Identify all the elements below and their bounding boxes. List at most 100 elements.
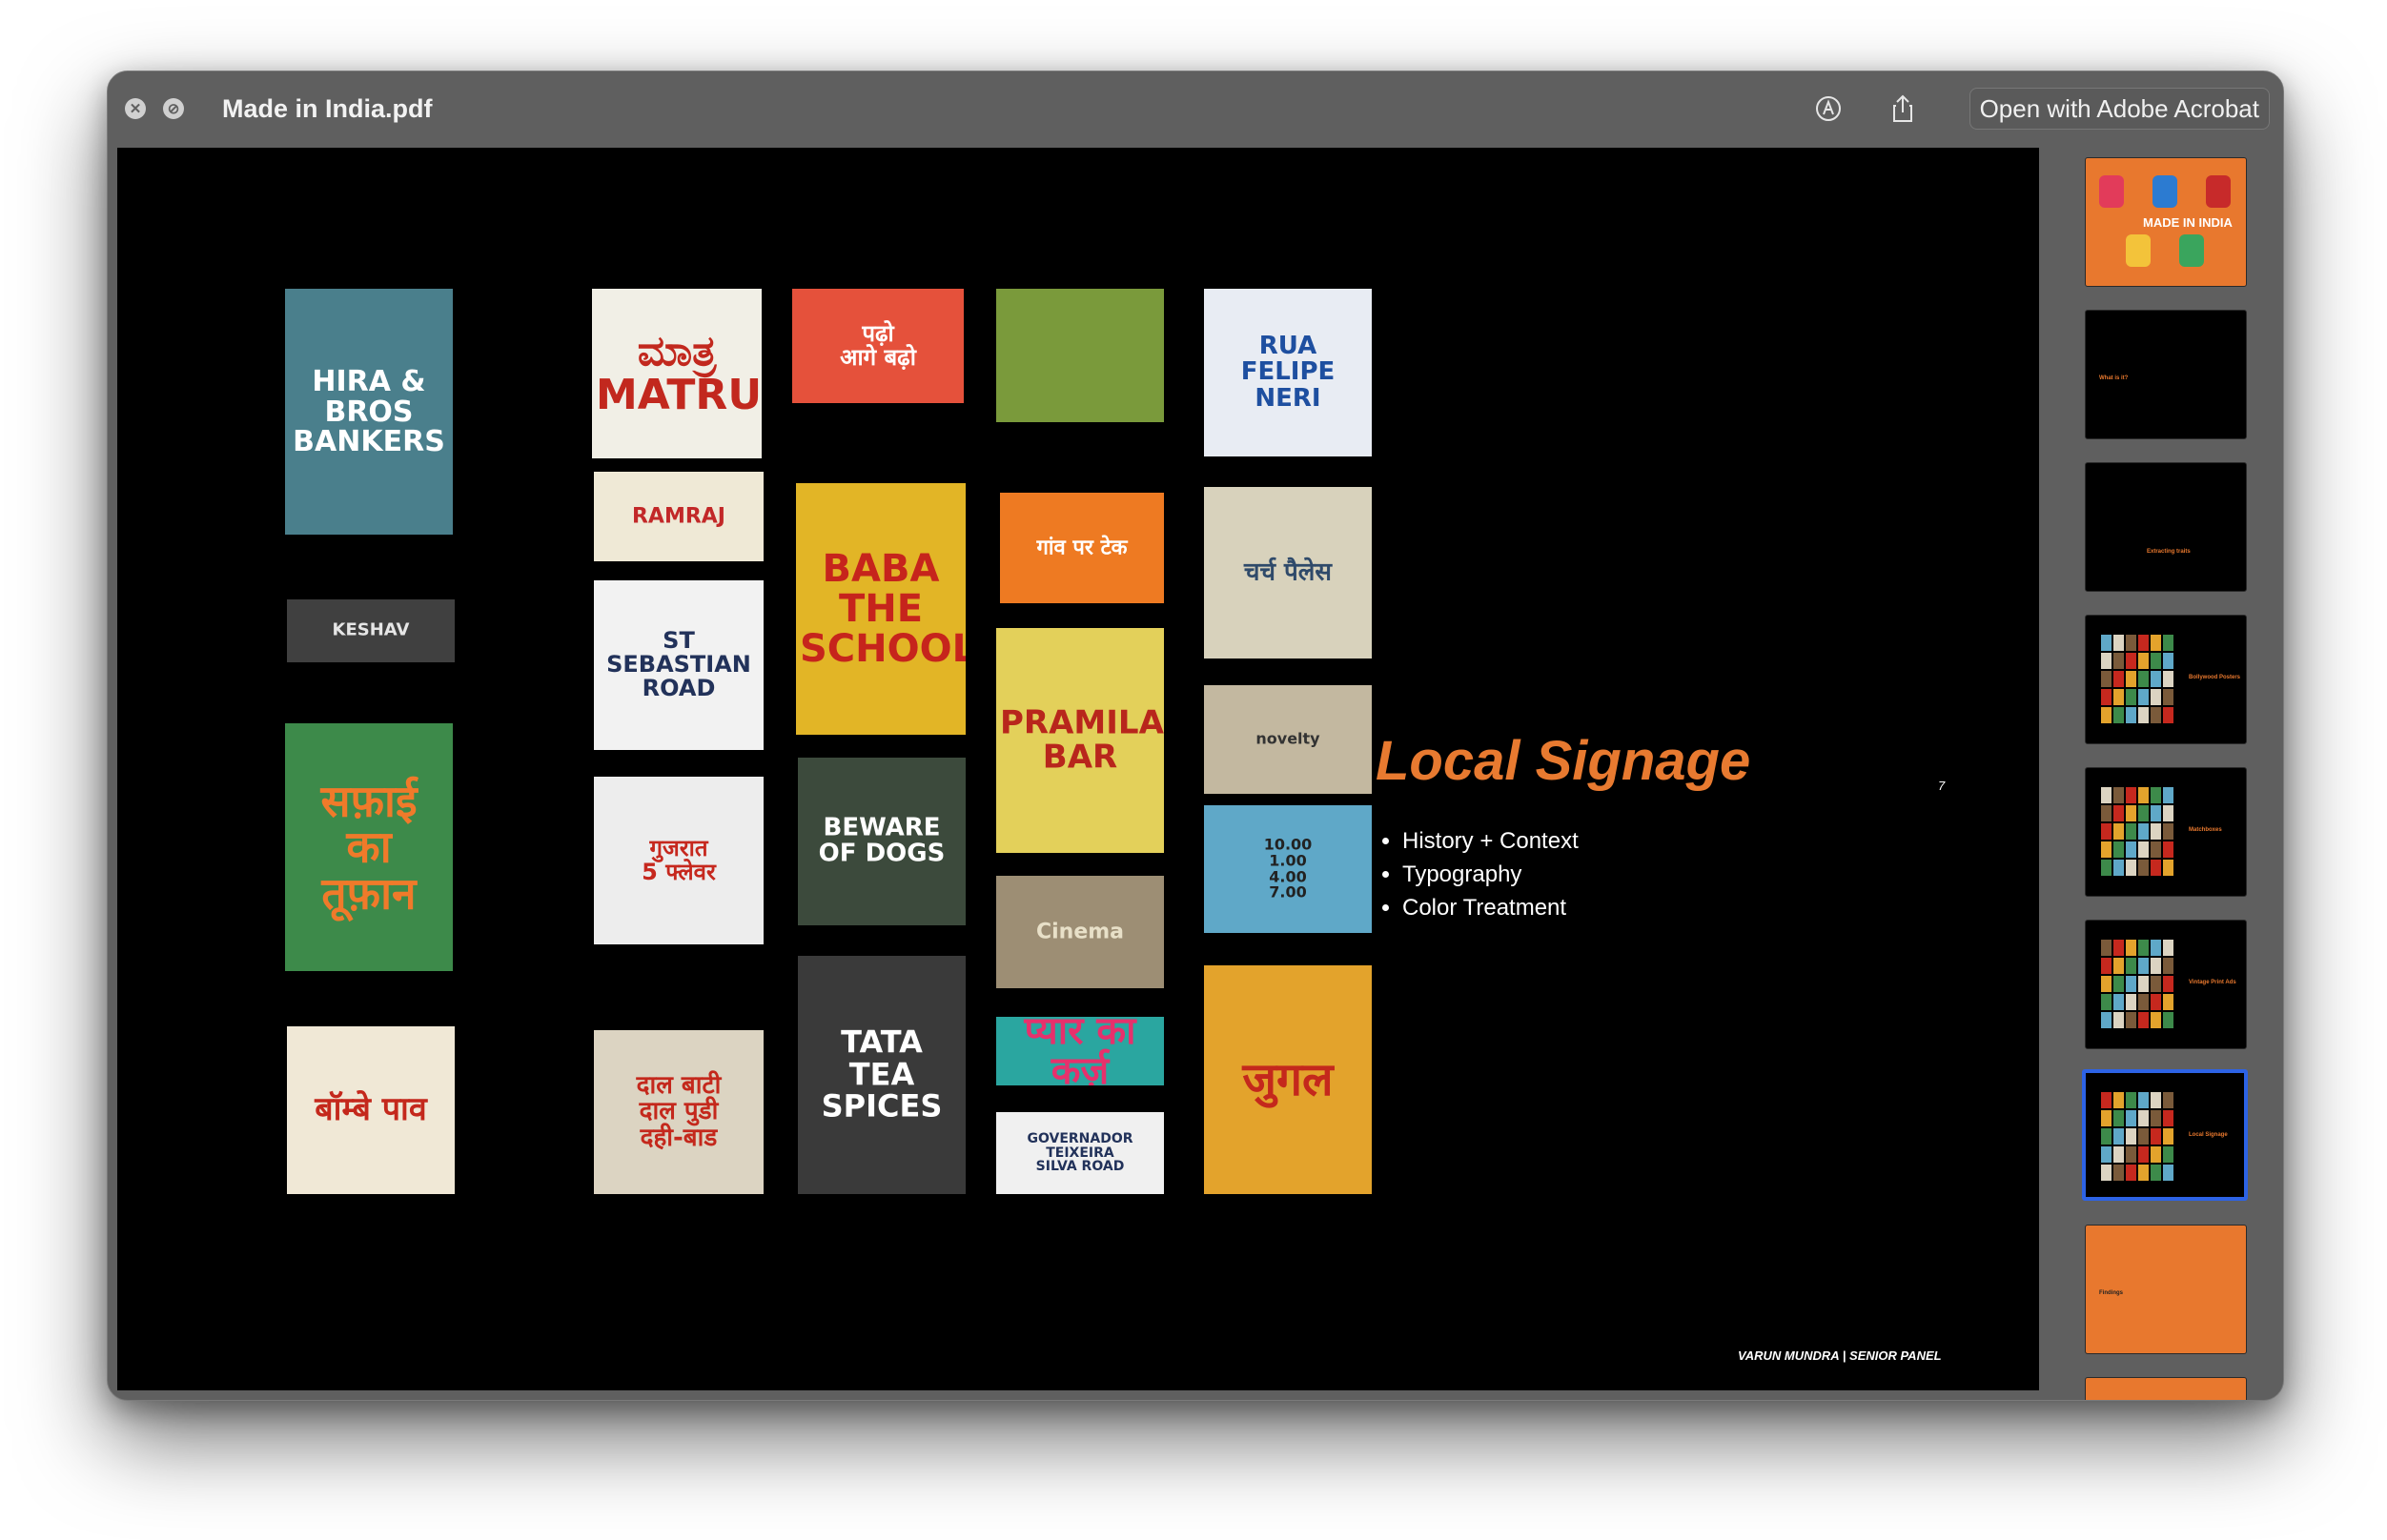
- document-title: Made in India.pdf: [222, 94, 433, 123]
- thumbnail-image-cell: [2101, 1092, 2112, 1108]
- thumbnail-image-cell: [2151, 653, 2161, 669]
- bullet-item: History + Context: [1402, 824, 1579, 858]
- thumbnail-image-cell: [2151, 958, 2161, 974]
- thumbnail-image-cell: [2163, 1165, 2173, 1181]
- thumbnail-image-cell: [2126, 1165, 2136, 1181]
- signage-photo: प्यार का कर्ज़: [996, 1017, 1164, 1085]
- thumbnail-image-cell: [2101, 1146, 2112, 1163]
- thumbnail-image-cell: [2113, 841, 2124, 858]
- page-thumbnail[interactable]: Vintage Print Ads: [2085, 920, 2247, 1049]
- cover-collage-shape: [2179, 234, 2204, 267]
- sign-text: BABA THE SCHOOL: [800, 547, 966, 671]
- signage-photo: ಮಾತ್ರ MATRU: [592, 289, 762, 458]
- thumbnail-image-cell: [2151, 860, 2161, 876]
- sign-text: PRAMILA BAR: [1000, 703, 1164, 776]
- signage-photo: GOVERNADOR TEIXEIRA SILVA ROAD: [996, 1112, 1164, 1194]
- thumbnail-image-cell: [2126, 841, 2136, 858]
- thumbnail-image-cell: [2101, 787, 2112, 803]
- thumbnail-image-cell: [2126, 958, 2136, 974]
- thumbnail-image-cell: [2151, 994, 2161, 1010]
- close-icon[interactable]: ✕: [125, 98, 146, 119]
- share-icon[interactable]: [1887, 92, 1919, 125]
- page-thumbnail[interactable]: MADE IN INDIA: [2085, 157, 2247, 287]
- thumbnail-image-cell: [2151, 1146, 2161, 1163]
- thumbnail-image-cell: [2113, 635, 2124, 651]
- thumbnail-image-cell: [2126, 787, 2136, 803]
- thumbnail-image-cell: [2151, 1012, 2161, 1028]
- thumbnail-image-cell: [2163, 823, 2173, 840]
- thumbnail-image-cell: [2113, 1128, 2124, 1145]
- signage-photo: KESHAV: [287, 599, 455, 662]
- thumbnail-sidebar[interactable]: MADE IN INDIA What is it? Extracting trait…: [2039, 146, 2283, 1400]
- sign-text: RAMRAJ: [631, 504, 725, 529]
- page-thumbnail[interactable]: Extracting traits: [2085, 462, 2247, 592]
- signage-photo: [996, 289, 1164, 422]
- thumbnail-label: Findings: [2099, 1290, 2123, 1296]
- thumbnail-image-cell: [2101, 1110, 2112, 1126]
- bullet-list: History + Context Typography Color Treat…: [1376, 824, 1579, 924]
- sign-text: ಮಾತ್ರ MATRU: [596, 326, 762, 419]
- thumbnail-label: Local Signage: [2189, 1132, 2228, 1138]
- thumbnail-image-cell: [2151, 1092, 2161, 1108]
- thumbnail-image-cell: [2138, 689, 2149, 705]
- thumbnail-image-cell: [2126, 635, 2136, 651]
- sign-text: प्यार का कर्ज़: [1024, 1017, 1136, 1085]
- sign-text: TATA TEA SPICES: [821, 1023, 943, 1125]
- thumbnail-image-cell: [2101, 823, 2112, 840]
- page-thumbnail[interactable]: [2085, 1377, 2247, 1400]
- thumbnail-image-cell: [2138, 976, 2149, 992]
- thumbnail-image-cell: [2151, 940, 2161, 956]
- page-thumbnail[interactable]: What is it?: [2085, 310, 2247, 439]
- sign-text: KESHAV: [332, 619, 410, 640]
- thumbnail-image-cell: [2163, 1012, 2173, 1028]
- thumbnail-image-cell: [2138, 1110, 2149, 1126]
- thumbnail-image-cell: [2138, 994, 2149, 1010]
- signage-photo: Cinema: [996, 876, 1164, 988]
- thumbnail-label: Extracting traits: [2147, 549, 2191, 555]
- thumbnail-label: Vintage Print Ads: [2189, 980, 2236, 985]
- cover-collage-shape: [2206, 175, 2231, 208]
- page-thumbnail[interactable]: Findings: [2085, 1225, 2247, 1354]
- sign-text: 10.00 1.00 4.00 7.00: [1263, 835, 1313, 902]
- thumbnail-image-cell: [2113, 689, 2124, 705]
- thumbnail-image-cell: [2138, 841, 2149, 858]
- page-thumbnail[interactable]: Bollywood Posters: [2085, 615, 2247, 744]
- thumbnail-image-cell: [2138, 1012, 2149, 1028]
- cover-collage-shape: [2099, 175, 2124, 208]
- signage-photo: ST SEBASTIAN ROAD: [594, 580, 764, 750]
- thumbnail-image-cell: [2113, 1012, 2124, 1028]
- thumbnail-image-cell: [2163, 1092, 2173, 1108]
- sign-text: novelty: [1255, 729, 1320, 748]
- disabled-icon[interactable]: ⊘: [163, 98, 184, 119]
- thumbnail-image-cell: [2126, 994, 2136, 1010]
- sign-text: Cinema: [1035, 920, 1125, 944]
- signage-photo: गांव पर टेक: [1000, 493, 1164, 603]
- thumbnail-image-cell: [2101, 958, 2112, 974]
- thumbnail-image-cell: [2138, 635, 2149, 651]
- thumbnail-image-cell: [2101, 860, 2112, 876]
- thumbnail-image-cell: [2163, 994, 2173, 1010]
- slide-canvas: HIRA & BROS BANKERS ಮಾತ್ರ MATRU पढ़ो आगे ब…: [117, 148, 2039, 1390]
- thumbnail-image-cell: [2163, 976, 2173, 992]
- thumbnail-label: MADE IN INDIA: [2143, 215, 2233, 230]
- thumbnail-image-cell: [2126, 805, 2136, 821]
- thumbnail-image-cell: [2101, 1165, 2112, 1181]
- thumbnail-image-cell: [2101, 994, 2112, 1010]
- markup-icon[interactable]: [1812, 92, 1845, 125]
- thumbnail-image-cell: [2138, 1092, 2149, 1108]
- thumbnail-image-cell: [2126, 1092, 2136, 1108]
- page-thumbnail[interactable]: Matchboxes: [2085, 767, 2247, 897]
- sign-text: GOVERNADOR TEIXEIRA SILVA ROAD: [1027, 1130, 1133, 1175]
- cover-collage-shape: [2126, 234, 2151, 267]
- sign-text: जुगल: [1242, 1052, 1334, 1106]
- signage-photo: novelty: [1204, 685, 1372, 794]
- thumbnail-image-cell: [2151, 707, 2161, 723]
- page-thumbnail[interactable]: Local Signage: [2082, 1069, 2248, 1201]
- thumbnail-image-cell: [2113, 958, 2124, 974]
- thumbnail-image-cell: [2101, 976, 2112, 992]
- thumbnail-image-cell: [2163, 805, 2173, 821]
- open-with-acrobat-button[interactable]: Open with Adobe Acrobat: [1969, 88, 2270, 130]
- thumbnail-image-cell: [2163, 653, 2173, 669]
- signage-photo: चर्च पैलेस: [1204, 487, 1372, 659]
- thumbnail-image-cell: [2138, 1165, 2149, 1181]
